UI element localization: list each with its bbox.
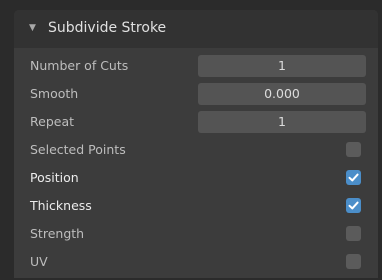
smooth-label: Smooth <box>30 86 79 101</box>
repeat-label: Repeat <box>30 114 75 129</box>
thickness-row: Thickness <box>14 192 378 220</box>
number-of-cuts-row: Number of Cuts 1 <box>14 52 378 80</box>
position-row: Position <box>14 164 378 192</box>
position-checkbox[interactable] <box>346 170 361 185</box>
thickness-checkbox[interactable] <box>346 198 361 213</box>
disclosure-triangle-down-icon[interactable]: ▼ <box>29 23 36 33</box>
subdivide-stroke-panel: ▼ Subdivide Stroke Number of Cuts 1 Smoo… <box>14 10 378 278</box>
number-of-cuts-label: Number of Cuts <box>30 58 129 73</box>
panel-title: Subdivide Stroke <box>48 20 167 36</box>
selected-points-label: Selected Points <box>30 142 126 157</box>
uv-row: UV <box>14 248 378 276</box>
thickness-label: Thickness <box>30 198 92 213</box>
strength-label: Strength <box>30 226 85 241</box>
position-label: Position <box>30 170 79 185</box>
checkmark-icon <box>348 173 359 182</box>
strength-row: Strength <box>14 220 378 248</box>
strength-checkbox[interactable] <box>346 226 361 241</box>
selected-points-row: Selected Points <box>14 136 378 164</box>
repeat-field[interactable]: 1 <box>198 111 366 133</box>
number-of-cuts-field[interactable]: 1 <box>198 55 366 77</box>
panel-header[interactable]: ▼ Subdivide Stroke <box>14 10 378 48</box>
uv-checkbox[interactable] <box>346 254 361 269</box>
checkmark-icon <box>348 201 359 210</box>
uv-label: UV <box>30 254 48 269</box>
selected-points-checkbox[interactable] <box>346 142 361 157</box>
repeat-row: Repeat 1 <box>14 108 378 136</box>
smooth-field[interactable]: 0.000 <box>198 83 366 105</box>
smooth-row: Smooth 0.000 <box>14 80 378 108</box>
